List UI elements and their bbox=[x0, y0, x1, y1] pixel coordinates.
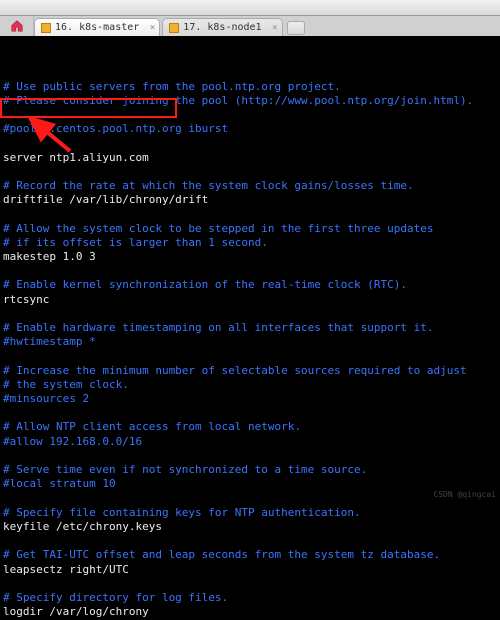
terminal-line bbox=[3, 136, 497, 150]
terminal-line: #local stratum 10 bbox=[3, 477, 497, 491]
terminal-line: server ntp1.aliyun.com bbox=[3, 151, 497, 165]
terminal-line: #allow 192.168.0.0/16 bbox=[3, 435, 497, 449]
terminal-line: #pool 2.centos.pool.ntp.org iburst bbox=[3, 122, 497, 136]
terminal-line: makestep 1.0 3 bbox=[3, 250, 497, 264]
home-button[interactable] bbox=[0, 16, 34, 36]
terminal-line: # Allow NTP client access from local net… bbox=[3, 420, 497, 434]
terminal-content[interactable]: # Use public servers from the pool.ntp.o… bbox=[0, 36, 500, 620]
terminal-line bbox=[3, 534, 497, 548]
terminal-line bbox=[3, 108, 497, 122]
terminal-line: # Increase the minimum number of selecta… bbox=[3, 364, 497, 378]
terminal-line: # Record the rate at which the system cl… bbox=[3, 179, 497, 193]
terminal-line bbox=[3, 264, 497, 278]
terminal-line bbox=[3, 207, 497, 221]
terminal-line bbox=[3, 406, 497, 420]
terminal-line: # Use public servers from the pool.ntp.o… bbox=[3, 80, 497, 94]
terminal-line: logdir /var/log/chrony bbox=[3, 605, 497, 619]
terminal-line: keyfile /etc/chrony.keys bbox=[3, 520, 497, 534]
terminal-line: # Specify directory for log files. bbox=[3, 591, 497, 605]
terminal-line: leapsectz right/UTC bbox=[3, 563, 497, 577]
terminal-line: rtcsync bbox=[3, 293, 497, 307]
terminal-line bbox=[3, 307, 497, 321]
tab-label: 17. k8s-node1 bbox=[183, 22, 261, 33]
home-icon bbox=[10, 19, 24, 33]
terminal-line: # Allow the system clock to be stepped i… bbox=[3, 222, 497, 236]
terminal-line: driftfile /var/lib/chrony/drift bbox=[3, 193, 497, 207]
terminal-line bbox=[3, 449, 497, 463]
tab-label: 16. k8s-master bbox=[55, 22, 139, 33]
window-titlebar bbox=[0, 0, 500, 16]
watermark: CSDN @qingcai bbox=[433, 490, 496, 499]
terminal-line bbox=[3, 577, 497, 591]
terminal-line: # Enable hardware timestamping on all in… bbox=[3, 321, 497, 335]
terminal-line: # Get TAI-UTC offset and leap seconds fr… bbox=[3, 548, 497, 562]
terminal-line bbox=[3, 492, 497, 506]
terminal-line: # Serve time even if not synchronized to… bbox=[3, 463, 497, 477]
terminal-line bbox=[3, 349, 497, 363]
tab-0[interactable]: 16. k8s-master × bbox=[34, 18, 160, 36]
terminal-line: # if its offset is larger than 1 second. bbox=[3, 236, 497, 250]
terminal-line: # Enable kernel synchronization of the r… bbox=[3, 278, 497, 292]
close-icon[interactable]: × bbox=[272, 23, 277, 33]
terminal-icon bbox=[169, 23, 179, 33]
terminal-line: #minsources 2 bbox=[3, 392, 497, 406]
terminal-line: # Specify file containing keys for NTP a… bbox=[3, 506, 497, 520]
terminal-line bbox=[3, 165, 497, 179]
close-icon[interactable]: × bbox=[150, 23, 155, 33]
terminal-line: # Please consider joining the pool (http… bbox=[3, 94, 497, 108]
tab-strip: 16. k8s-master × 17. k8s-node1 × bbox=[0, 16, 500, 36]
terminal-line: #hwtimestamp * bbox=[3, 335, 497, 349]
terminal-line: # the system clock. bbox=[3, 378, 497, 392]
tab-1[interactable]: 17. k8s-node1 × bbox=[162, 18, 282, 36]
terminal-icon bbox=[41, 23, 51, 33]
new-tab-button[interactable] bbox=[287, 21, 305, 35]
